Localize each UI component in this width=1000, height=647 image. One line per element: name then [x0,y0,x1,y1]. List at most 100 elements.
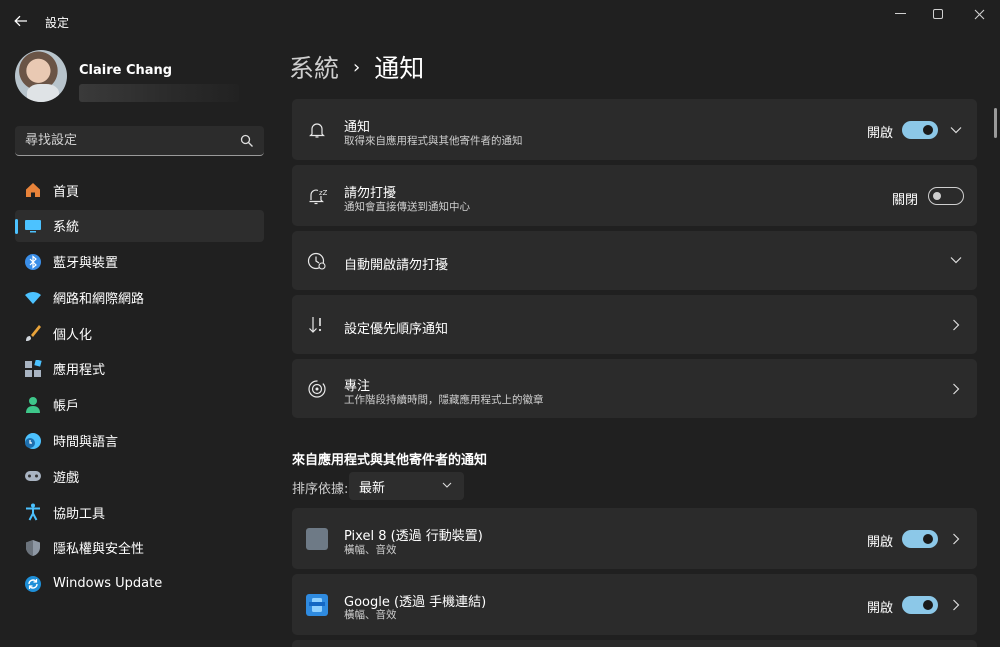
sort-dropdown[interactable]: 最新 [349,472,464,500]
chevron-down-icon[interactable] [949,253,963,267]
chevron-right-icon[interactable] [949,318,963,332]
bell-snooze-icon: zZ [306,185,328,207]
back-button[interactable] [8,8,34,34]
notifications-card[interactable]: 通知 取得來自應用程式與其他寄件者的通知 開啟 [292,99,977,160]
app-notification-toggle[interactable] [902,530,938,548]
app-title: 設定 [45,16,70,30]
chevron-right-icon[interactable] [949,532,963,546]
user-email-redacted [79,84,239,102]
app-subtitle: 橫幅、音效 [344,609,397,621]
back-arrow-icon [14,15,27,27]
gamepad-icon [24,467,42,485]
setting-subtitle: 通知會直接傳送到通知中心 [344,201,470,213]
system-icon [24,217,42,235]
page-title: 通知 [374,54,425,83]
minimize-icon [894,13,906,14]
sidebar-item-apps[interactable]: 應用程式 [15,353,264,385]
sort-arrows-icon [306,314,328,336]
maximize-icon [932,8,943,19]
close-icon [974,9,984,19]
device-app-icon [306,528,328,550]
minimize-button[interactable] [883,0,917,28]
app-notification-row-google[interactable]: Google (透過 手機連結) 橫幅、音效 開啟 [292,574,977,635]
settings-window: 設定 Claire Chang 首頁 系統 藍牙與裝置 [0,0,1000,647]
toggle-state-label: 開啟 [867,126,894,141]
focus-card[interactable]: 專注 工作階段持續時間，隱藏應用程式上的徽章 [292,359,977,418]
setting-subtitle: 取得來自應用程式與其他寄件者的通知 [344,135,523,147]
brush-icon [24,324,42,342]
setting-title: 自動開啟請勿打擾 [344,258,449,273]
toggle-state-label: 開啟 [867,601,894,616]
sidebar-item-label: 遊戲 [53,470,80,486]
account-icon [24,396,42,414]
sidebar-item-label: 首頁 [53,184,80,200]
search-input[interactable] [25,133,240,148]
sidebar-item-network[interactable]: 網路和網際網路 [15,281,264,313]
sidebar-item-windows-update[interactable]: Windows Update [15,568,264,600]
sidebar-item-label: 協助工具 [53,506,106,522]
clock-icon [306,250,328,272]
sidebar-item-label: 時間與語言 [53,435,119,451]
shield-icon [24,539,42,557]
sidebar-item-time-language[interactable]: 時間與語言 [15,425,264,457]
sidebar-item-gaming[interactable]: 遊戲 [15,460,264,492]
bluetooth-icon [24,253,42,271]
maximize-button[interactable] [921,0,955,28]
sidebar-item-label: Windows Update [53,576,163,592]
sidebar-nav: 首頁 系統 藍牙與裝置 網路和網際網路 個人化 應用程式 帳戶 時間與語言 遊戲… [15,174,264,604]
sidebar-item-label: 網路和網際網路 [53,291,145,307]
breadcrumb-separator: › [353,56,361,78]
search-icon[interactable] [240,134,254,148]
sidebar-item-accessibility[interactable]: 協助工具 [15,496,264,528]
bell-icon [306,119,328,141]
sidebar-item-label: 系統 [53,220,80,236]
sidebar-item-bluetooth[interactable]: 藍牙與裝置 [15,246,264,278]
app-notification-row-pixel8[interactable]: Pixel 8 (透過 行動裝置) 橫幅、音效 開啟 [292,508,977,569]
setting-subtitle: 工作階段持續時間，隱藏應用程式上的徽章 [344,394,544,406]
setting-title: 設定優先順序通知 [344,322,449,337]
priority-notifications-card[interactable]: 設定優先順序通知 [292,295,977,354]
sort-value: 最新 [359,480,386,496]
user-name: Claire Chang [79,63,173,78]
toggle-state-label: 開啟 [867,535,894,550]
wifi-icon [24,288,42,306]
chevron-right-icon[interactable] [949,382,963,396]
do-not-disturb-card[interactable]: zZ 請勿打擾 通知會直接傳送到通知中心 關閉 [292,165,977,226]
sidebar-item-label: 個人化 [53,327,93,343]
apps-icon [24,359,42,378]
breadcrumb: 系統 › 通知 [289,50,424,84]
do-not-disturb-toggle[interactable] [928,187,964,205]
update-icon [24,575,42,593]
next-app-row[interactable] [292,640,977,647]
app-subtitle: 橫幅、音效 [344,544,397,556]
home-icon [24,181,42,199]
breadcrumb-parent[interactable]: 系統 [289,49,339,85]
chevron-down-icon [442,482,452,488]
sidebar-item-label: 應用程式 [53,363,106,379]
section-title: 來自應用程式與其他寄件者的通知 [292,453,488,468]
scrollbar-thumb[interactable] [994,108,997,138]
close-button[interactable] [962,0,996,28]
svg-text:zZ: zZ [319,189,327,197]
avatar[interactable] [15,50,67,102]
phone-link-app-icon [306,594,328,616]
sidebar-item-accounts[interactable]: 帳戶 [15,389,264,421]
sidebar-item-system[interactable]: 系統 [15,209,264,242]
sidebar-item-home[interactable]: 首頁 [15,174,264,206]
clock-globe-icon [24,432,42,450]
sidebar-item-personalization[interactable]: 個人化 [15,317,264,349]
sidebar-item-label: 藍牙與裝置 [53,256,119,272]
accessibility-icon [24,503,42,521]
sort-label: 排序依據: [292,482,349,497]
chevron-down-icon[interactable] [949,123,963,137]
title-bar: 設定 [0,0,1000,40]
auto-do-not-disturb-card[interactable]: 自動開啟請勿打擾 [292,231,977,290]
sidebar-item-privacy-security[interactable]: 隱私權與安全性 [15,532,264,564]
notifications-toggle[interactable] [902,121,938,139]
sidebar-item-label: 隱私權與安全性 [53,542,145,558]
chevron-right-icon[interactable] [949,598,963,612]
search-box[interactable] [15,126,264,156]
toggle-state-label: 關閉 [892,193,919,208]
app-notification-toggle[interactable] [902,596,938,614]
focus-icon [306,378,328,400]
